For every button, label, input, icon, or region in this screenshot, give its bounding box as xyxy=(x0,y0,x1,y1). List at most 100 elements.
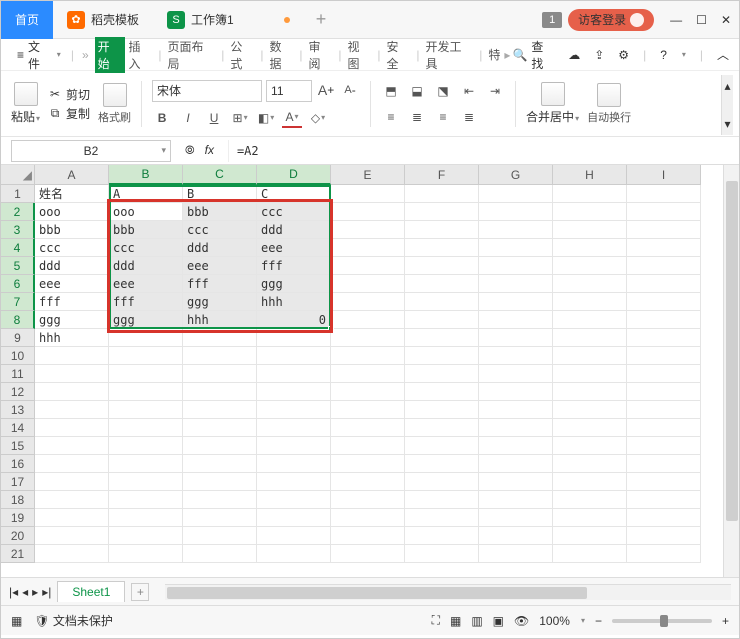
menu-data[interactable]: 数据 xyxy=(267,38,295,72)
cell[interactable] xyxy=(331,185,405,203)
cell[interactable] xyxy=(257,473,331,491)
cell[interactable] xyxy=(627,401,701,419)
cell[interactable] xyxy=(553,293,627,311)
ribbon-scrollbar[interactable]: ▴▾ xyxy=(721,75,733,135)
cell[interactable] xyxy=(109,419,183,437)
cell[interactable] xyxy=(479,221,553,239)
cell[interactable] xyxy=(35,347,109,365)
cell[interactable] xyxy=(257,365,331,383)
cell[interactable]: eee xyxy=(109,275,183,293)
cell[interactable] xyxy=(553,203,627,221)
cell[interactable] xyxy=(627,509,701,527)
cell[interactable] xyxy=(479,347,553,365)
menu-more[interactable]: 特 xyxy=(486,46,502,63)
tab-home[interactable]: 首页 xyxy=(1,1,53,39)
increase-font-icon[interactable]: A+ xyxy=(316,80,336,100)
indent-increase-button[interactable]: ⇥ xyxy=(485,81,505,101)
view-split-icon[interactable]: ▣ xyxy=(493,614,504,628)
notification-badge[interactable]: 1 xyxy=(542,12,562,28)
cell[interactable]: fff xyxy=(183,275,257,293)
tab-workbook[interactable]: S 工作簿1 xyxy=(153,1,304,39)
cell[interactable] xyxy=(479,455,553,473)
cell[interactable]: ddd xyxy=(109,257,183,275)
cell[interactable] xyxy=(35,383,109,401)
cell[interactable] xyxy=(257,329,331,347)
cell[interactable] xyxy=(183,365,257,383)
cell[interactable] xyxy=(627,221,701,239)
row-header[interactable]: 2 xyxy=(1,203,35,221)
underline-button[interactable]: U xyxy=(204,108,224,128)
cell[interactable] xyxy=(405,491,479,509)
font-color-button[interactable]: A▾ xyxy=(282,108,302,128)
cell[interactable] xyxy=(479,419,553,437)
cell[interactable] xyxy=(35,455,109,473)
align-right-button[interactable]: ≡ xyxy=(433,107,453,127)
cell[interactable] xyxy=(479,491,553,509)
decrease-font-icon[interactable]: A- xyxy=(340,80,360,100)
minimize-icon[interactable]: — xyxy=(670,13,682,27)
cell[interactable] xyxy=(257,455,331,473)
row-header[interactable]: 4 xyxy=(1,239,35,257)
cell[interactable]: bbb xyxy=(109,221,183,239)
maximize-icon[interactable]: ☐ xyxy=(696,13,707,27)
row-header[interactable]: 11 xyxy=(1,365,35,383)
cell[interactable]: fff xyxy=(257,257,331,275)
cell[interactable]: hhh xyxy=(35,329,109,347)
cell[interactable] xyxy=(331,509,405,527)
grid-icon[interactable]: ▦ xyxy=(11,614,22,628)
cell[interactable] xyxy=(331,329,405,347)
italic-button[interactable]: I xyxy=(178,108,198,128)
cell[interactable] xyxy=(331,545,405,563)
cell[interactable]: hhh xyxy=(183,311,257,329)
fullscreen-icon[interactable]: ⛶ xyxy=(432,613,440,628)
align-center-button[interactable]: ≣ xyxy=(407,107,427,127)
cell[interactable] xyxy=(257,491,331,509)
sheet-next-icon[interactable]: ▸ xyxy=(32,585,38,599)
cell[interactable] xyxy=(35,419,109,437)
cell[interactable] xyxy=(627,203,701,221)
zoom-in-button[interactable]: + xyxy=(722,614,729,628)
name-box[interactable]: B2 xyxy=(11,140,171,162)
fill-color-button[interactable]: ◧▾ xyxy=(256,108,276,128)
font-family-select[interactable] xyxy=(152,80,262,102)
eye-icon[interactable]: 👁 xyxy=(514,614,529,628)
menu-layout[interactable]: 页面布局 xyxy=(166,38,218,72)
menu-file[interactable]: ≡ 文件 ▾ xyxy=(11,38,67,72)
cell[interactable] xyxy=(405,311,479,329)
col-header[interactable]: B xyxy=(109,165,183,185)
cell[interactable] xyxy=(183,437,257,455)
cell[interactable] xyxy=(183,347,257,365)
align-bottom-button[interactable]: ⬔ xyxy=(433,81,453,101)
row-header[interactable]: 13 xyxy=(1,401,35,419)
cell[interactable] xyxy=(479,527,553,545)
cell[interactable] xyxy=(109,365,183,383)
cell[interactable] xyxy=(627,185,701,203)
cell[interactable]: ooo xyxy=(109,203,183,221)
cell[interactable]: ggg xyxy=(35,311,109,329)
row-header[interactable]: 18 xyxy=(1,491,35,509)
col-header[interactable]: A xyxy=(35,165,109,185)
cell[interactable] xyxy=(479,509,553,527)
row-header[interactable]: 10 xyxy=(1,347,35,365)
cell[interactable] xyxy=(627,437,701,455)
row-header[interactable]: 3 xyxy=(1,221,35,239)
cell[interactable] xyxy=(405,275,479,293)
cell[interactable]: ddd xyxy=(35,257,109,275)
cell[interactable] xyxy=(627,329,701,347)
cell[interactable] xyxy=(405,437,479,455)
cell[interactable] xyxy=(183,509,257,527)
cell[interactable]: 0 xyxy=(257,311,331,329)
cell[interactable] xyxy=(331,257,405,275)
cell[interactable] xyxy=(257,347,331,365)
cell[interactable] xyxy=(405,365,479,383)
menu-insert[interactable]: 插入 xyxy=(127,38,155,72)
cell[interactable] xyxy=(479,203,553,221)
cell[interactable] xyxy=(479,275,553,293)
indent-decrease-button[interactable]: ⇤ xyxy=(459,81,479,101)
zoom-out-button[interactable]: − xyxy=(595,614,602,628)
cell[interactable] xyxy=(35,545,109,563)
cell[interactable] xyxy=(109,437,183,455)
cell[interactable] xyxy=(627,347,701,365)
cell[interactable] xyxy=(405,419,479,437)
bold-button[interactable]: B xyxy=(152,108,172,128)
